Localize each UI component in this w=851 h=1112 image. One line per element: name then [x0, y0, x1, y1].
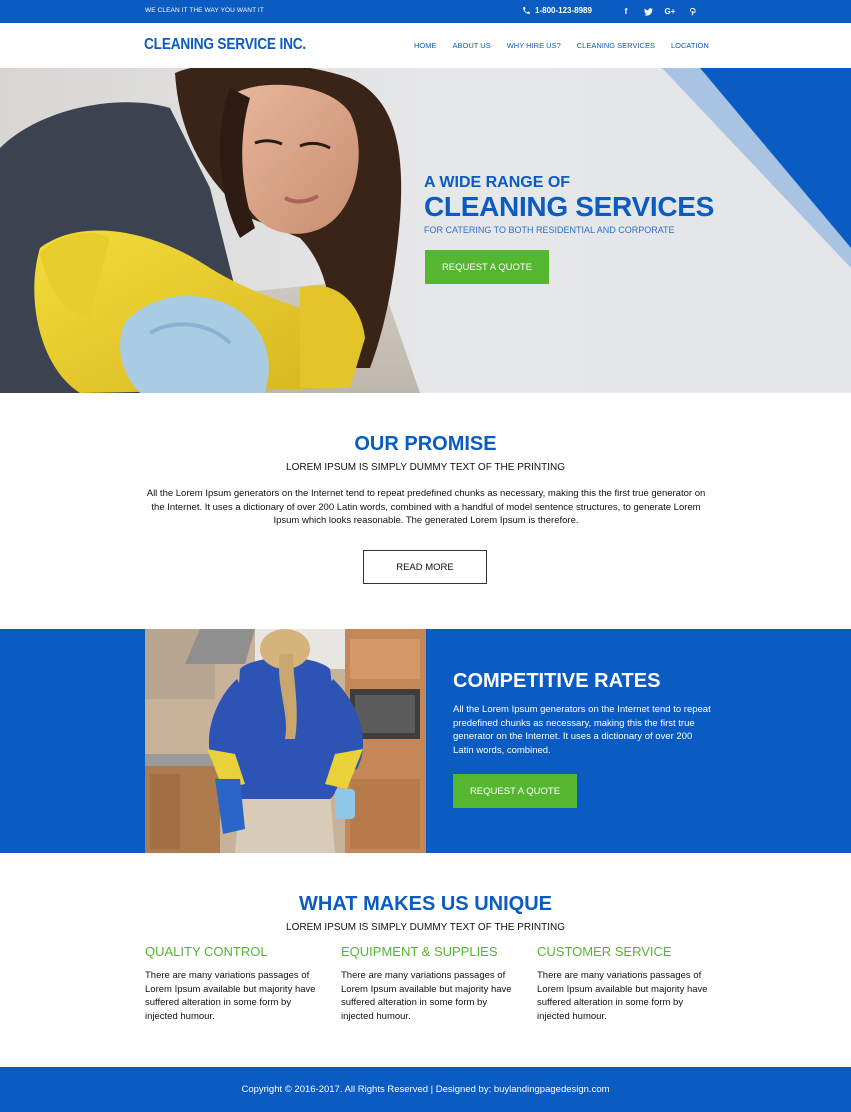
feature-text: There are many variations passages of Lo… [341, 970, 512, 1022]
top-tagline: WE CLEAN IT THE WAY YOU WANT IT [145, 7, 264, 14]
read-more-button[interactable]: READ MORE [363, 550, 487, 584]
phone-icon [523, 7, 530, 14]
header: CLEANING SERVICE INC. HOME ABOUT US WHY … [0, 23, 851, 68]
footer-copyright: Copyright © 2016-2017. All Rights Reserv… [241, 1084, 610, 1095]
hero-tagline: FOR CATERING TO BOTH RESIDENTIAL AND COR… [424, 225, 675, 235]
google-plus-icon[interactable]: G+ [659, 0, 681, 23]
feature-title: CUSTOMER SERVICE [537, 944, 672, 959]
social-links: f G+ [615, 0, 703, 23]
main-nav: HOME ABOUT US WHY HIRE US? CLEANING SERV… [414, 41, 725, 50]
hero-request-quote-button[interactable]: REQUEST A QUOTE [425, 250, 549, 284]
nav-why-hire-us[interactable]: WHY HIRE US? [507, 41, 561, 50]
hero-section: A WIDE RANGE OF CLEANING SERVICES FOR CA… [0, 68, 851, 393]
nav-home[interactable]: HOME [414, 41, 437, 50]
unique-title: WHAT MAKES US UNIQUE [299, 893, 552, 915]
feature-equipment-supplies: EQUIPMENT & SUPPLIES There are many vari… [341, 944, 516, 1023]
rates-request-quote-button[interactable]: REQUEST A QUOTE [453, 774, 577, 808]
unique-subtitle: LOREM IPSUM IS SIMPLY DUMMY TEXT OF THE … [286, 922, 565, 933]
nav-location[interactable]: LOCATION [671, 41, 709, 50]
feature-text: There are many variations passages of Lo… [145, 970, 316, 1022]
promise-title: OUR PROMISE [354, 433, 497, 455]
phone-text: 1-800-123-8989 [535, 6, 592, 15]
hero-subtitle: A WIDE RANGE OF [424, 174, 571, 191]
footer: Copyright © 2016-2017. All Rights Reserv… [0, 1067, 851, 1112]
promise-subtitle: LOREM IPSUM IS SIMPLY DUMMY TEXT OF THE … [286, 462, 565, 473]
promise-text: All the Lorem Ipsum generators on the In… [146, 488, 706, 526]
feature-title: EQUIPMENT & SUPPLIES [341, 944, 498, 959]
feature-text: There are many variations passages of Lo… [537, 970, 708, 1022]
brand-logo[interactable]: CLEANING SERVICE INC. [144, 36, 306, 54]
feature-title: QUALITY CONTROL [145, 944, 268, 959]
pinterest-icon[interactable] [681, 0, 703, 23]
facebook-icon[interactable]: f [615, 0, 637, 23]
phone-number[interactable]: 1-800-123-8989 [522, 6, 592, 15]
rates-title: COMPETITIVE RATES [453, 670, 661, 692]
top-bar: WE CLEAN IT THE WAY YOU WANT IT 1-800-12… [0, 0, 851, 23]
rates-text: All the Lorem Ipsum generators on the In… [453, 704, 711, 756]
nav-cleaning-services[interactable]: CLEANING SERVICES [577, 41, 655, 50]
feature-quality-control: QUALITY CONTROL There are many variation… [145, 944, 320, 1023]
kitchen-cleaner-image [145, 629, 426, 853]
rates-section: COMPETITIVE RATES All the Lorem Ipsum ge… [0, 629, 851, 853]
twitter-icon[interactable] [637, 0, 659, 23]
nav-about-us[interactable]: ABOUT US [453, 41, 491, 50]
hero-title: CLEANING SERVICES [424, 191, 714, 222]
feature-customer-service: CUSTOMER SERVICE There are many variatio… [537, 944, 712, 1023]
